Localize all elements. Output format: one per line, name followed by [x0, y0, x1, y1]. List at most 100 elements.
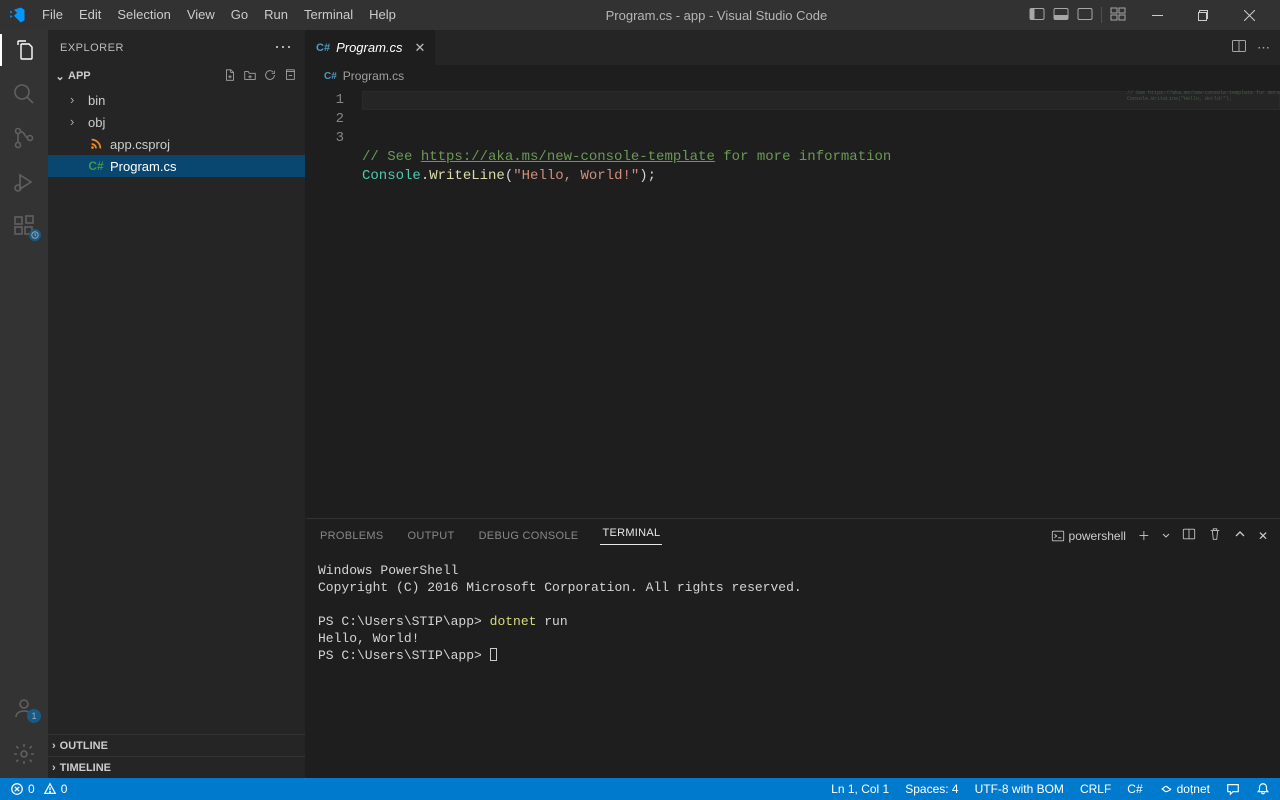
menu-item-view[interactable]: View	[179, 0, 223, 30]
editor-tabs: C# Program.cs ✕ ⋯	[306, 30, 1280, 65]
menu-item-run[interactable]: Run	[256, 0, 296, 30]
code-editor[interactable]: 123 // See https://aka.ms/new-console-te…	[306, 87, 1280, 518]
feedback-icon[interactable]	[1226, 782, 1240, 796]
csharp-file-icon: C#	[324, 71, 337, 82]
csharp-file-icon: C#	[88, 158, 104, 174]
close-button[interactable]	[1226, 0, 1272, 30]
menu-item-help[interactable]: Help	[361, 0, 404, 30]
close-tab-icon[interactable]: ✕	[415, 40, 426, 56]
collapse-all-icon[interactable]	[283, 68, 297, 85]
accounts-badge: 1	[27, 709, 41, 723]
csharp-file-icon: C#	[316, 42, 330, 54]
minimap[interactable]: // See https://aka.ms/new-console-templa…	[1127, 90, 1277, 102]
new-file-icon[interactable]	[223, 68, 237, 85]
timeline-section[interactable]: › TIMELINE	[48, 756, 305, 778]
chevron-right-icon: ›	[52, 762, 56, 774]
customize-layout-icon[interactable]	[1110, 6, 1126, 25]
outline-label: OUTLINE	[60, 740, 108, 752]
editor-area: C# Program.cs ✕ ⋯ C# Program.cs 123 // S…	[306, 30, 1280, 778]
tree-item-obj[interactable]: ›obj	[48, 111, 305, 133]
tab-more-icon[interactable]: ⋯	[1257, 40, 1270, 56]
new-folder-icon[interactable]	[243, 68, 257, 85]
separator	[1101, 7, 1102, 23]
timeline-label: TIMELINE	[60, 762, 111, 774]
tab-label: Program.cs	[336, 40, 402, 55]
menu-item-file[interactable]: File	[34, 0, 71, 30]
error-count: 0	[28, 782, 35, 796]
encoding[interactable]: UTF-8 with BOM	[975, 782, 1064, 796]
tree-item-app-csproj[interactable]: app.csproj	[48, 133, 305, 155]
tree-item-label: app.csproj	[110, 137, 170, 152]
accounts-icon[interactable]: 1	[12, 696, 36, 720]
line-gutter: 123	[306, 87, 362, 518]
chevron-right-icon: ›	[52, 740, 56, 752]
chevron-down-icon: ⌄	[52, 70, 68, 83]
tree-item-label: obj	[88, 115, 105, 130]
folder-name: APP	[68, 70, 91, 82]
cursor-position[interactable]: Ln 1, Col 1	[831, 782, 889, 796]
terminal-shell-select[interactable]: powershell	[1051, 529, 1126, 543]
maximize-button[interactable]	[1180, 0, 1226, 30]
live-share[interactable]: doṭnet	[1159, 782, 1210, 796]
file-tree: › bin ›obj app.csproj C# Program.cs	[48, 87, 305, 177]
window-controls	[1134, 0, 1272, 30]
menu-item-selection[interactable]: Selection	[109, 0, 178, 30]
breadcrumb-file: Program.cs	[343, 69, 404, 83]
run-debug-tab-icon[interactable]	[12, 170, 36, 194]
language-mode[interactable]: C#	[1127, 782, 1142, 796]
refresh-icon[interactable]	[263, 68, 277, 85]
tree-item-label: Program.cs	[110, 159, 176, 174]
toggle-primary-sidebar-icon[interactable]	[1029, 6, 1045, 25]
terminal-cursor	[490, 648, 497, 661]
editor-tab-program[interactable]: C# Program.cs ✕	[306, 30, 436, 65]
chevron-right-icon: ›	[70, 92, 82, 107]
new-terminal-icon[interactable]: ＋	[1138, 527, 1150, 544]
notifications-icon[interactable]	[1256, 782, 1270, 796]
sidebar-header: EXPLORER ⋯	[48, 30, 305, 65]
split-terminal-dropdown-icon[interactable]	[1162, 529, 1170, 543]
status-errors[interactable]: 0	[10, 782, 35, 796]
sidebar-title: EXPLORER	[60, 42, 124, 54]
panel-tab-debug-console[interactable]: DEBUG CONSOLE	[477, 530, 581, 542]
menu-item-go[interactable]: Go	[223, 0, 256, 30]
settings-gear-icon[interactable]	[12, 742, 36, 766]
search-tab-icon[interactable]	[12, 82, 36, 106]
bottom-panel: PROBLEMS OUTPUT DEBUG CONSOLE TERMINAL powe…	[306, 518, 1280, 778]
layout-toggle-group	[1029, 6, 1126, 25]
maximize-panel-icon[interactable]	[1234, 528, 1246, 543]
menu-item-terminal[interactable]: Terminal	[296, 0, 361, 30]
outline-section[interactable]: › OUTLINE	[48, 734, 305, 756]
csproj-file-icon	[88, 136, 104, 152]
toggle-panel-icon[interactable]	[1053, 6, 1069, 25]
split-editor-icon[interactable]	[1231, 38, 1247, 57]
extensions-tab-icon[interactable]	[12, 214, 36, 238]
panel-tab-terminal[interactable]: TERMINAL	[600, 527, 662, 545]
breadcrumb[interactable]: C# Program.cs	[306, 65, 1280, 87]
tree-item-label: bin	[88, 93, 105, 108]
tree-item-bin[interactable]: › bin	[48, 89, 305, 111]
folder-header[interactable]: ⌄ APP	[48, 65, 305, 87]
menu-bar: FileEditSelectionViewGoRunTerminalHelp	[34, 0, 404, 30]
split-terminal-icon[interactable]	[1182, 527, 1196, 544]
kill-terminal-icon[interactable]	[1208, 527, 1222, 544]
toggle-secondary-sidebar-icon[interactable]	[1077, 6, 1093, 25]
minimize-button[interactable]	[1134, 0, 1180, 30]
eol[interactable]: CRLF	[1080, 782, 1111, 796]
extensions-update-badge-icon	[29, 229, 41, 241]
sidebar-more-icon[interactable]: ⋯	[274, 37, 293, 58]
status-warnings[interactable]: 0	[43, 782, 68, 796]
panel-tab-output[interactable]: OUTPUT	[406, 530, 457, 542]
close-panel-icon[interactable]: ✕	[1258, 529, 1268, 543]
explorer-tab-icon[interactable]	[12, 38, 36, 62]
tree-item-program-cs[interactable]: C# Program.cs	[48, 155, 305, 177]
terminal-output[interactable]: Windows PowerShell Copyright (C) 2016 Mi…	[306, 552, 1280, 778]
live-share-label: doṭnet	[1177, 782, 1210, 796]
warning-count: 0	[61, 782, 68, 796]
menu-item-edit[interactable]: Edit	[71, 0, 109, 30]
vscode-logo-icon	[8, 6, 26, 24]
source-control-tab-icon[interactable]	[12, 126, 36, 150]
panel-tab-problems[interactable]: PROBLEMS	[318, 530, 386, 542]
indentation[interactable]: Spaces: 4	[905, 782, 958, 796]
title-bar: FileEditSelectionViewGoRunTerminalHelp P…	[0, 0, 1280, 30]
window-title: Program.cs - app - Visual Studio Code	[404, 8, 1029, 23]
